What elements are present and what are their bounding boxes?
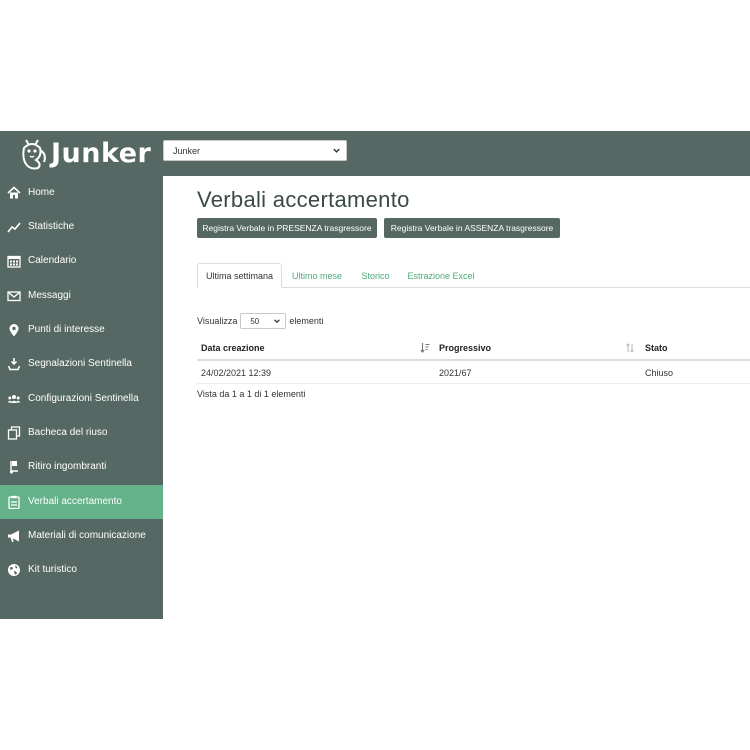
calendar-icon [7, 255, 21, 268]
column-header-progressivo[interactable]: Progressivo [439, 339, 491, 357]
sort-both-icon[interactable] [625, 342, 635, 354]
sidebar: Home Statistiche Calendario Messaggi Pun… [0, 176, 163, 619]
sidebar-item-messaggi[interactable]: Messaggi [0, 279, 163, 313]
table-cell-data-creazione: 24/02/2021 12:39 [201, 368, 272, 378]
tab-ultima-settimana[interactable]: Ultima settimana [197, 263, 282, 288]
sidebar-item-ritiro-ingombranti[interactable]: Ritiro ingombranti [0, 450, 163, 484]
table-header-divider [197, 359, 750, 361]
map-marker-icon [9, 324, 19, 337]
sidebar-item-label: Verbali accertamento [28, 496, 122, 507]
sidebar-item-label: Punti di interesse [28, 324, 105, 335]
register-presence-button[interactable]: Registra Verbale in PRESENZA trasgressor… [197, 218, 377, 238]
sidebar-item-kit-turistico[interactable]: Kit turistico [0, 553, 163, 587]
organization-select-value: Junker [173, 145, 201, 156]
top-bar: Junker Junker [0, 131, 750, 176]
sidebar-item-label: Ritiro ingombranti [28, 461, 107, 472]
sidebar-item-bacheca-del-riuso[interactable]: Bacheca del riuso [0, 416, 163, 450]
page-title: Verbali accertamento [197, 187, 410, 212]
sidebar-item-statistiche[interactable]: Statistiche [0, 210, 163, 244]
register-absence-button[interactable]: Registra Verbale in ASSENZA trasgressore [384, 218, 560, 238]
main-content: Verbali accertamento Registra Verbale in… [163, 176, 750, 619]
page-length-suffix: elementi [289, 316, 324, 326]
home-icon [7, 186, 21, 199]
sidebar-item-home[interactable]: Home [0, 176, 163, 210]
sort-desc-icon[interactable] [420, 342, 430, 354]
sidebar-item-punti-di-interesse[interactable]: Punti di interesse [0, 313, 163, 347]
users-icon [7, 395, 21, 403]
sidebar-item-label: Kit turistico [28, 564, 77, 575]
dolly-icon [10, 461, 18, 474]
sidebar-item-segnalazioni-sentinella[interactable]: Segnalazioni Sentinella [0, 347, 163, 381]
squirrel-logo-icon [22, 139, 46, 170]
app-window: Junker Junker Home Statistiche Calendari… [0, 131, 750, 619]
globe-icon [8, 564, 20, 576]
logo-text: Junker [51, 137, 152, 169]
column-header-stato[interactable]: Stato [645, 339, 668, 357]
sidebar-item-label: Bacheca del riuso [28, 427, 108, 438]
table-info: Vista da 1 a 1 di 1 elementi [197, 389, 306, 399]
tab-storico[interactable]: Storico [353, 263, 398, 288]
chevron-down-icon [333, 148, 340, 153]
envelope-icon [7, 291, 21, 302]
sidebar-item-label: Segnalazioni Sentinella [28, 358, 132, 369]
sidebar-item-configurazioni-sentinella[interactable]: Configurazioni Sentinella [0, 382, 163, 416]
tab-estrazione-excel[interactable]: Estrazione Excel [403, 263, 479, 288]
sidebar-item-label: Messaggi [28, 290, 71, 301]
page-length-select[interactable]: 50 [240, 313, 287, 329]
bullhorn-icon [8, 530, 19, 542]
table-cell-progressivo: 2021/67 [439, 368, 472, 378]
sidebar-item-label: Calendario [28, 255, 77, 266]
report-icon [7, 358, 21, 371]
tab-ultimo-mese[interactable]: Ultimo mese [285, 263, 349, 288]
logo[interactable]: Junker [20, 135, 151, 171]
copy-icon [7, 426, 21, 440]
sidebar-item-label: Materiali di comunicazione [28, 530, 146, 541]
sidebar-item-label: Statistiche [28, 221, 75, 232]
sidebar-item-label: Home [28, 187, 55, 198]
page-length-value: 50 [250, 316, 260, 326]
column-header-data-creazione[interactable]: Data creazione [201, 339, 265, 357]
organization-select[interactable]: Junker [163, 140, 347, 161]
sidebar-item-materiali-di-comunicazione[interactable]: Materiali di comunicazione [0, 519, 163, 553]
table-row-divider [197, 383, 750, 384]
page-length-prefix: Visualizza [197, 316, 238, 326]
sidebar-item-label: Configurazioni Sentinella [28, 393, 139, 404]
clipboard-icon [8, 495, 20, 509]
page-length-control: Visualizza 50 elementi [197, 313, 323, 329]
chevron-down-icon [274, 319, 281, 324]
sidebar-item-verbali-accertamento[interactable]: Verbali accertamento [0, 485, 163, 519]
sidebar-item-calendario[interactable]: Calendario [0, 244, 163, 278]
chart-line-icon [7, 222, 21, 233]
table-cell-stato: Chiuso [645, 368, 674, 378]
